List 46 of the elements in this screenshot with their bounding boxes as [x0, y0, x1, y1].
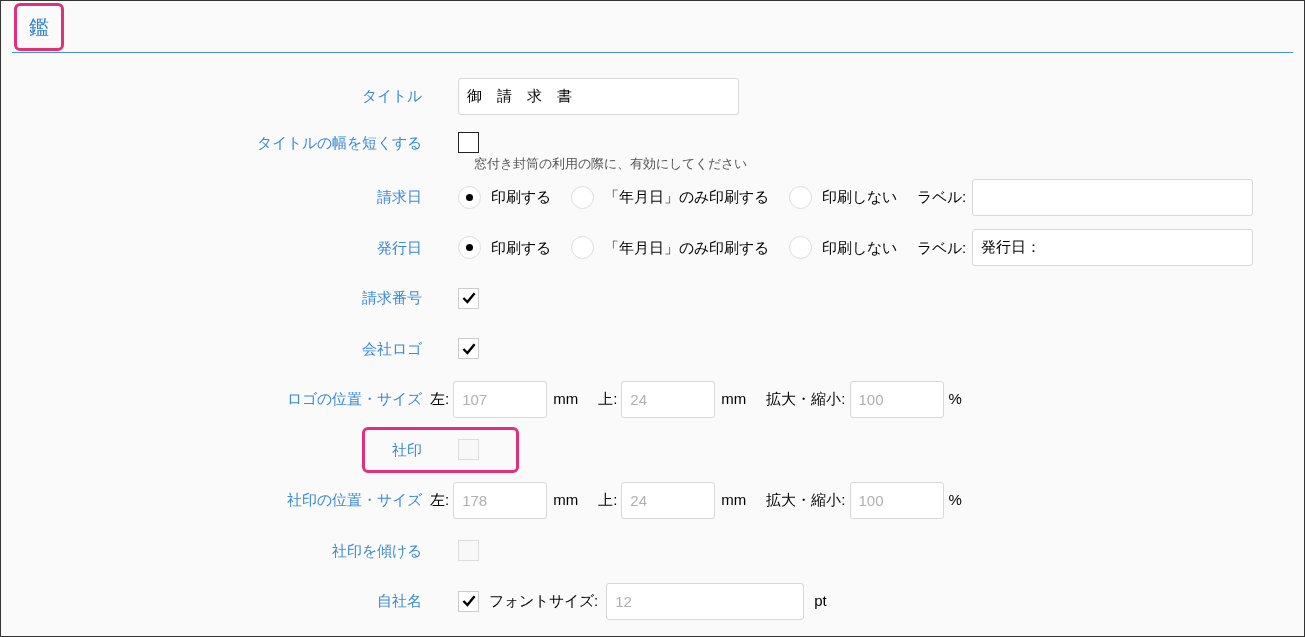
- field-label: ラベル:: [917, 187, 967, 207]
- checkbox[interactable]: [458, 132, 479, 154]
- field-label: 上:: [598, 389, 618, 409]
- field-label: 拡大・縮小:: [766, 389, 846, 409]
- field-label: ロゴの位置・サイズ: [286, 389, 422, 409]
- field-label: 社印を傾ける: [331, 540, 422, 561]
- unit-label: mm: [553, 389, 579, 409]
- unit-label: mm: [721, 389, 747, 409]
- input-field[interactable]: 100: [849, 380, 944, 418]
- field-label: 左:: [430, 490, 450, 510]
- radio-label[interactable]: 印刷する: [491, 236, 551, 259]
- input-field[interactable]: 24: [621, 380, 716, 418]
- input-field[interactable]: 発行日：: [972, 229, 1254, 267]
- input-field[interactable]: 100: [849, 481, 944, 519]
- radio-label[interactable]: 「年月日」のみ印刷する: [604, 186, 769, 209]
- unit-label: mm: [553, 490, 579, 510]
- input-field[interactable]: 12: [606, 582, 805, 620]
- unit-label: pt: [814, 591, 827, 611]
- unit-label: mm: [721, 490, 747, 510]
- radio-label[interactable]: 印刷しない: [822, 186, 897, 209]
- section-title[interactable]: 鑑: [14, 2, 64, 51]
- radio-label[interactable]: 「年月日」のみ印刷する: [604, 236, 769, 259]
- input-field[interactable]: 24: [621, 481, 716, 519]
- input-field[interactable]: [972, 178, 1254, 216]
- unit-label: %: [948, 490, 962, 510]
- field-label: フォントサイズ:: [489, 591, 599, 611]
- field-label: 発行日: [376, 237, 422, 258]
- radio-label[interactable]: 印刷しない: [822, 236, 897, 259]
- field-label: 左:: [430, 389, 450, 409]
- input-field[interactable]: 178: [453, 481, 548, 519]
- field-label: タイトル: [361, 86, 422, 106]
- field-label: 会社ロゴ: [361, 338, 422, 359]
- field-label: タイトルの幅を短くする: [256, 132, 422, 153]
- field-label: 自社名: [376, 591, 422, 611]
- field-label: 請求日: [376, 187, 422, 207]
- unit-label: %: [948, 389, 962, 409]
- field-label: 請求番号: [361, 288, 422, 308]
- radio-label[interactable]: 印刷する: [491, 186, 551, 209]
- input-field[interactable]: 御 請 求 書: [458, 77, 739, 115]
- hint-text: 窓付き封筒の利用の際に、有効にしてください: [474, 155, 747, 174]
- field-label: 上:: [598, 490, 618, 510]
- field-label: ラベル:: [917, 237, 967, 258]
- input-field[interactable]: 107: [453, 380, 548, 418]
- field-label: 拡大・縮小:: [766, 490, 846, 510]
- field-label: 社印の位置・サイズ: [286, 490, 422, 510]
- field-label: 社印: [391, 439, 422, 460]
